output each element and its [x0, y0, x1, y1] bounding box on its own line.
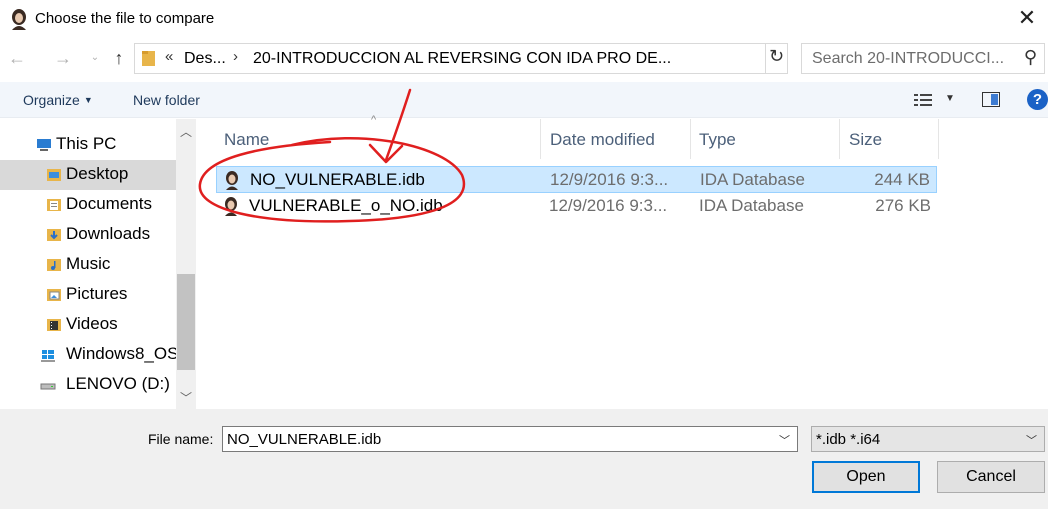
address-bar[interactable]: « Des... › 20-INTRODUCCION AL REVERSING …: [134, 43, 788, 74]
sidebar-item-this-pc[interactable]: This PC: [0, 130, 176, 160]
column-header-type[interactable]: Type: [691, 119, 839, 159]
back-arrow-icon[interactable]: ←: [6, 47, 28, 69]
new-folder-button[interactable]: New folder: [133, 92, 200, 108]
sidebar-item-videos[interactable]: Videos: [0, 310, 176, 340]
sidebar-item-label: Windows8_OS: [66, 344, 176, 363]
sidebar-item-label: Music: [66, 254, 111, 273]
help-icon[interactable]: ?: [1027, 89, 1048, 110]
navigation-pane: This PC Desktop Documents Downloads Musi…: [0, 119, 196, 409]
search-box[interactable]: Search 20-INTRODUCCI... ⚲: [801, 43, 1045, 74]
sidebar-item-label: This PC: [56, 134, 117, 153]
forward-arrow-icon[interactable]: →: [52, 47, 74, 69]
close-icon[interactable]: ✕: [1012, 4, 1042, 32]
music-folder-icon: [47, 259, 61, 271]
sidebar-item-desktop[interactable]: Desktop: [0, 160, 176, 190]
address-overflow-icon[interactable]: «: [165, 48, 173, 65]
address-segment-desktop[interactable]: Des...: [184, 50, 226, 68]
sidebar-item-downloads[interactable]: Downloads: [0, 220, 176, 250]
sidebar-item-windows8-os[interactable]: Windows8_OS: [0, 340, 176, 370]
sidebar-item-documents[interactable]: Documents: [0, 190, 176, 220]
file-date: 12/9/2016 9:3...: [549, 196, 668, 215]
file-type: IDA Database: [700, 170, 805, 189]
column-divider[interactable]: [938, 119, 939, 159]
videos-folder-icon: [47, 319, 61, 331]
desktop-folder-icon: [47, 169, 61, 181]
address-segment-current[interactable]: 20-INTRODUCCION AL REVERSING CON IDA PRO…: [253, 50, 671, 68]
downloads-folder-icon: [47, 229, 61, 241]
file-type: IDA Database: [699, 196, 804, 215]
column-label: Name: [224, 130, 270, 149]
file-size: 244 KB: [874, 170, 930, 189]
column-header-date-modified[interactable]: Date modified: [541, 119, 690, 159]
file-name: NO_VULNERABLE.idb: [250, 170, 425, 189]
file-size: 276 KB: [875, 196, 931, 215]
title-bar: Choose the file to compare ✕: [0, 0, 1048, 36]
organize-label: Organize: [23, 92, 80, 108]
file-name: VULNERABLE_o_NO.idb: [249, 196, 443, 215]
windows-drive-icon: [41, 350, 55, 362]
sidebar-item-music[interactable]: Music: [0, 250, 176, 280]
sidebar-item-label: Pictures: [66, 284, 128, 303]
navigation-scrollbar[interactable]: ︿ ﹀: [176, 119, 196, 409]
folder-icon: [142, 51, 155, 66]
open-button[interactable]: Open: [812, 461, 920, 493]
sidebar-item-label: Downloads: [66, 224, 151, 243]
idb-file-icon: [226, 171, 238, 190]
column-label: Size: [849, 130, 883, 149]
scroll-up-icon[interactable]: ︿: [176, 123, 196, 140]
chevron-down-icon[interactable]: ﹀: [1026, 432, 1037, 448]
file-row-no-vulnerable[interactable]: NO_VULNERABLE.idb 12/9/2016 9:3... IDA D…: [216, 166, 937, 193]
file-date: 12/9/2016 9:3...: [550, 170, 669, 189]
refresh-button[interactable]: ↻: [765, 44, 788, 73]
file-type-select[interactable]: *.idb *.i64 ﹀: [811, 426, 1045, 452]
command-bar: Organize ▼ New folder ▼: [0, 82, 1048, 118]
dialog-footer: File name: NO_VULNERABLE.idb ﹀ *.idb *.i…: [0, 409, 1048, 509]
up-arrow-icon[interactable]: ↑: [108, 47, 130, 69]
refresh-icon: ↻: [769, 46, 785, 66]
file-row-vulnerable-o-no[interactable]: VULNERABLE_o_NO.idb 12/9/2016 9:3... IDA…: [216, 193, 937, 220]
drive-icon: [40, 383, 56, 390]
sidebar-item-pictures[interactable]: Pictures: [0, 280, 176, 310]
view-options-chevron-icon[interactable]: ▼: [945, 93, 955, 104]
column-header-name[interactable]: Name: [216, 119, 540, 159]
documents-folder-icon: [47, 199, 61, 211]
recent-locations-chevron-icon[interactable]: ⌄: [84, 47, 106, 69]
idb-file-icon: [225, 197, 237, 216]
file-type-value: *.idb *.i64: [816, 431, 881, 448]
sidebar-item-label: Videos: [66, 314, 118, 333]
chevron-down-icon[interactable]: ﹀: [779, 432, 790, 448]
column-label: Type: [699, 130, 736, 149]
window-title: Choose the file to compare: [35, 10, 215, 27]
sidebar-item-lenovo-d[interactable]: LENOVO (D:): [0, 370, 176, 400]
file-name-combobox[interactable]: NO_VULNERABLE.idb ﹀: [222, 426, 798, 452]
details-view-icon[interactable]: [914, 92, 934, 108]
preview-pane-icon[interactable]: [982, 92, 1000, 107]
chevron-down-icon: ▼: [83, 95, 93, 105]
sidebar-item-label: Desktop: [66, 164, 129, 183]
file-name-input[interactable]: NO_VULNERABLE.idb: [227, 431, 381, 448]
scroll-thumb[interactable]: [177, 274, 195, 370]
computer-icon: [37, 139, 51, 151]
search-input[interactable]: Search 20-INTRODUCCI...: [812, 50, 1004, 68]
ida-app-icon: [12, 9, 26, 30]
cancel-button[interactable]: Cancel: [937, 461, 1045, 493]
scroll-down-icon[interactable]: ﹀: [176, 389, 196, 406]
sidebar-item-label: LENOVO (D:): [66, 374, 170, 393]
column-label: Date modified: [550, 130, 655, 149]
file-list: ^ Name Date modified Type Size NO_VULNER…: [196, 114, 1048, 409]
column-header-size[interactable]: Size: [840, 119, 938, 159]
sidebar-item-label: Documents: [66, 194, 152, 213]
search-icon[interactable]: ⚲: [1024, 47, 1037, 68]
address-separator-icon[interactable]: ›: [233, 48, 238, 65]
organize-button[interactable]: Organize ▼: [23, 92, 93, 108]
file-name-label: File name:: [148, 431, 214, 447]
pictures-folder-icon: [47, 289, 61, 301]
